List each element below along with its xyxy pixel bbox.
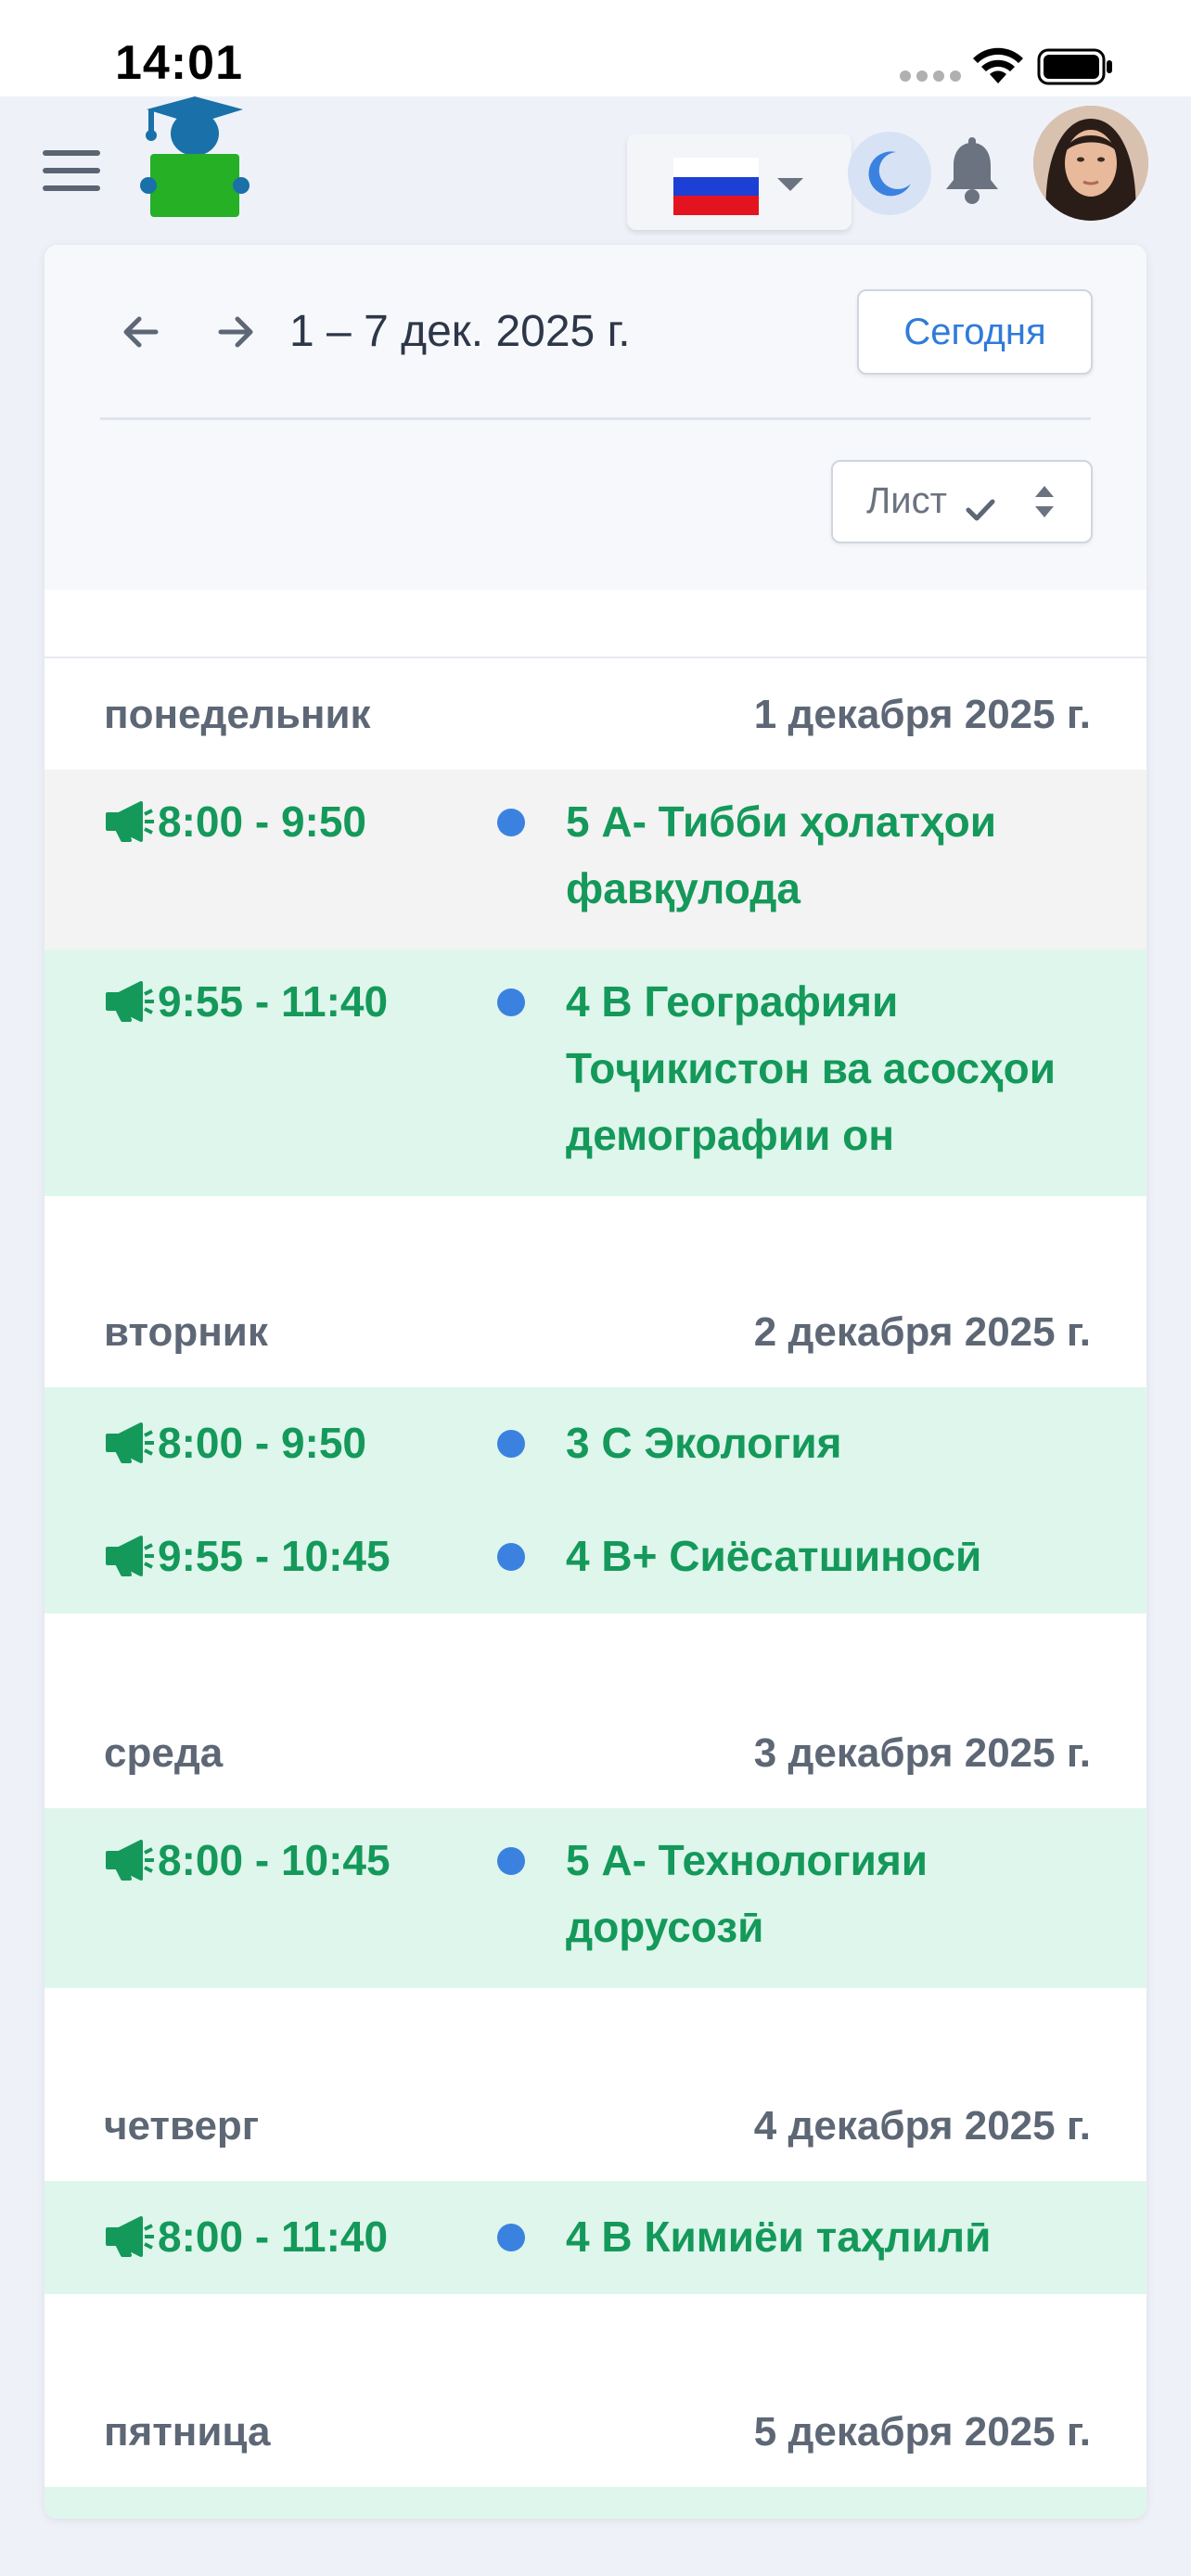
day-header: вторник 2 декабря 2025 г. [45, 1276, 1146, 1387]
app-header [0, 96, 1191, 236]
check-icon [966, 499, 995, 521]
day-header: четверг 4 декабря 2025 г. [45, 2070, 1146, 2181]
event-time: 9:55 - 11:40 [104, 968, 388, 1035]
day-name: вторник [104, 1309, 268, 1355]
event-row[interactable]: 8:00 - 9:50 5 А- Тибби ҳолатҳои фавқулод… [45, 770, 1146, 950]
megaphone-icon [106, 2216, 154, 2257]
event-dot [497, 809, 525, 836]
day-date: 2 декабря 2025 г. [753, 1309, 1091, 1355]
today-button[interactable]: Сегодня [857, 289, 1093, 375]
logo [140, 96, 250, 217]
moon-icon [868, 151, 911, 197]
day-name: среда [104, 1730, 224, 1776]
event-time: 8:00 - 9:50 [104, 1409, 366, 1476]
arrow-right-icon[interactable] [213, 304, 258, 360]
menu-icon[interactable] [43, 150, 100, 191]
event-title: 5 А- Технологияи дорусозӣ [566, 1836, 928, 1951]
event-row[interactable]: 9:55 - 10:45 4 В+ Сиёсатшиносӣ [45, 1500, 1146, 1613]
event-title: 4 В Географияи Тоҷикистон ва асосҳои дем… [566, 977, 1056, 1159]
view-select-label: Лист [866, 480, 947, 521]
event-row[interactable]: 8:00 - 9:50 3 С Экология [45, 1387, 1146, 1500]
day-name: пятница [104, 2409, 271, 2455]
event-dot [497, 1847, 525, 1875]
status-time: 14:01 [115, 36, 243, 90]
event-time-text: 8:00 - 9:50 [158, 1419, 367, 1467]
megaphone-icon [106, 981, 154, 1022]
event-time-text: 8:00 - 9:50 [158, 797, 367, 846]
megaphone-icon [106, 1536, 154, 1576]
event-time: 8:00 - 10:45 [104, 1827, 391, 1894]
event-title: 3 С Экология [566, 1419, 842, 1467]
arrow-left-icon[interactable] [119, 304, 163, 360]
event-title: 5 А- Тибби ҳолатҳои фавқулода [566, 797, 997, 912]
event-row[interactable]: 9:55 - 11:40 4 В Географияи Тоҷикистон в… [45, 950, 1146, 1196]
divider [100, 417, 1091, 420]
event-dot [497, 988, 525, 1016]
megaphone-icon [106, 801, 154, 842]
event-time-text: 8:00 - 10:45 [158, 1836, 391, 1884]
event-row-partial [45, 2487, 1146, 2519]
wifi-icon [973, 47, 1023, 83]
flag-ru-icon [673, 158, 759, 215]
day-header: пятница 5 декабря 2025 г. [45, 2376, 1146, 2487]
megaphone-icon [106, 1840, 154, 1881]
sort-arrows-icon [1035, 486, 1054, 517]
event-time: 9:55 - 10:45 [104, 1523, 391, 1589]
calendar-card: 1 – 7 дек. 2025 г. Сегодня Лист понедель… [45, 245, 1146, 2519]
view-select[interactable]: Лист [831, 460, 1093, 543]
event-time: 8:00 - 9:50 [104, 788, 366, 855]
event-dot [497, 1430, 525, 1458]
signal-icon [900, 70, 961, 82]
day-name: четверг [104, 2103, 260, 2149]
megaphone-icon [106, 1422, 154, 1463]
event-row[interactable]: 8:00 - 11:40 4 В Кимиёи таҳлилӣ [45, 2181, 1146, 2294]
event-time-text: 9:55 - 11:40 [158, 977, 389, 1026]
day-date: 1 декабря 2025 г. [753, 692, 1091, 737]
calendar-toolbar: 1 – 7 дек. 2025 г. Сегодня Лист [45, 245, 1146, 590]
event-time-text: 8:00 - 11:40 [158, 2213, 389, 2261]
avatar[interactable] [1033, 106, 1148, 221]
day-name: понедельник [104, 692, 371, 737]
date-range: 1 – 7 дек. 2025 г. [289, 307, 631, 356]
event-dot [497, 1543, 525, 1571]
event-dot [497, 2224, 525, 2251]
status-bar: 14:01 [0, 0, 1191, 96]
event-time-text: 9:55 - 10:45 [158, 1532, 391, 1580]
theme-toggle[interactable] [848, 132, 931, 215]
bell-icon[interactable] [942, 137, 1002, 208]
event-row[interactable]: 8:00 - 10:45 5 А- Технологияи дорусозӣ [45, 1808, 1146, 1988]
event-title: 4 В Кимиёи таҳлилӣ [566, 2213, 992, 2261]
day-header: среда 3 декабря 2025 г. [45, 1697, 1146, 1808]
language-select[interactable] [627, 134, 852, 230]
chevron-down-icon [777, 178, 803, 191]
event-time: 8:00 - 11:40 [104, 2203, 388, 2270]
event-title: 4 В+ Сиёсатшиносӣ [566, 1532, 982, 1580]
day-date: 5 декабря 2025 г. [753, 2409, 1091, 2455]
day-date: 3 декабря 2025 г. [753, 1730, 1091, 1776]
day-header: понедельник 1 декабря 2025 г. [45, 658, 1146, 770]
battery-icon [1037, 48, 1112, 85]
day-date: 4 декабря 2025 г. [753, 2103, 1091, 2149]
